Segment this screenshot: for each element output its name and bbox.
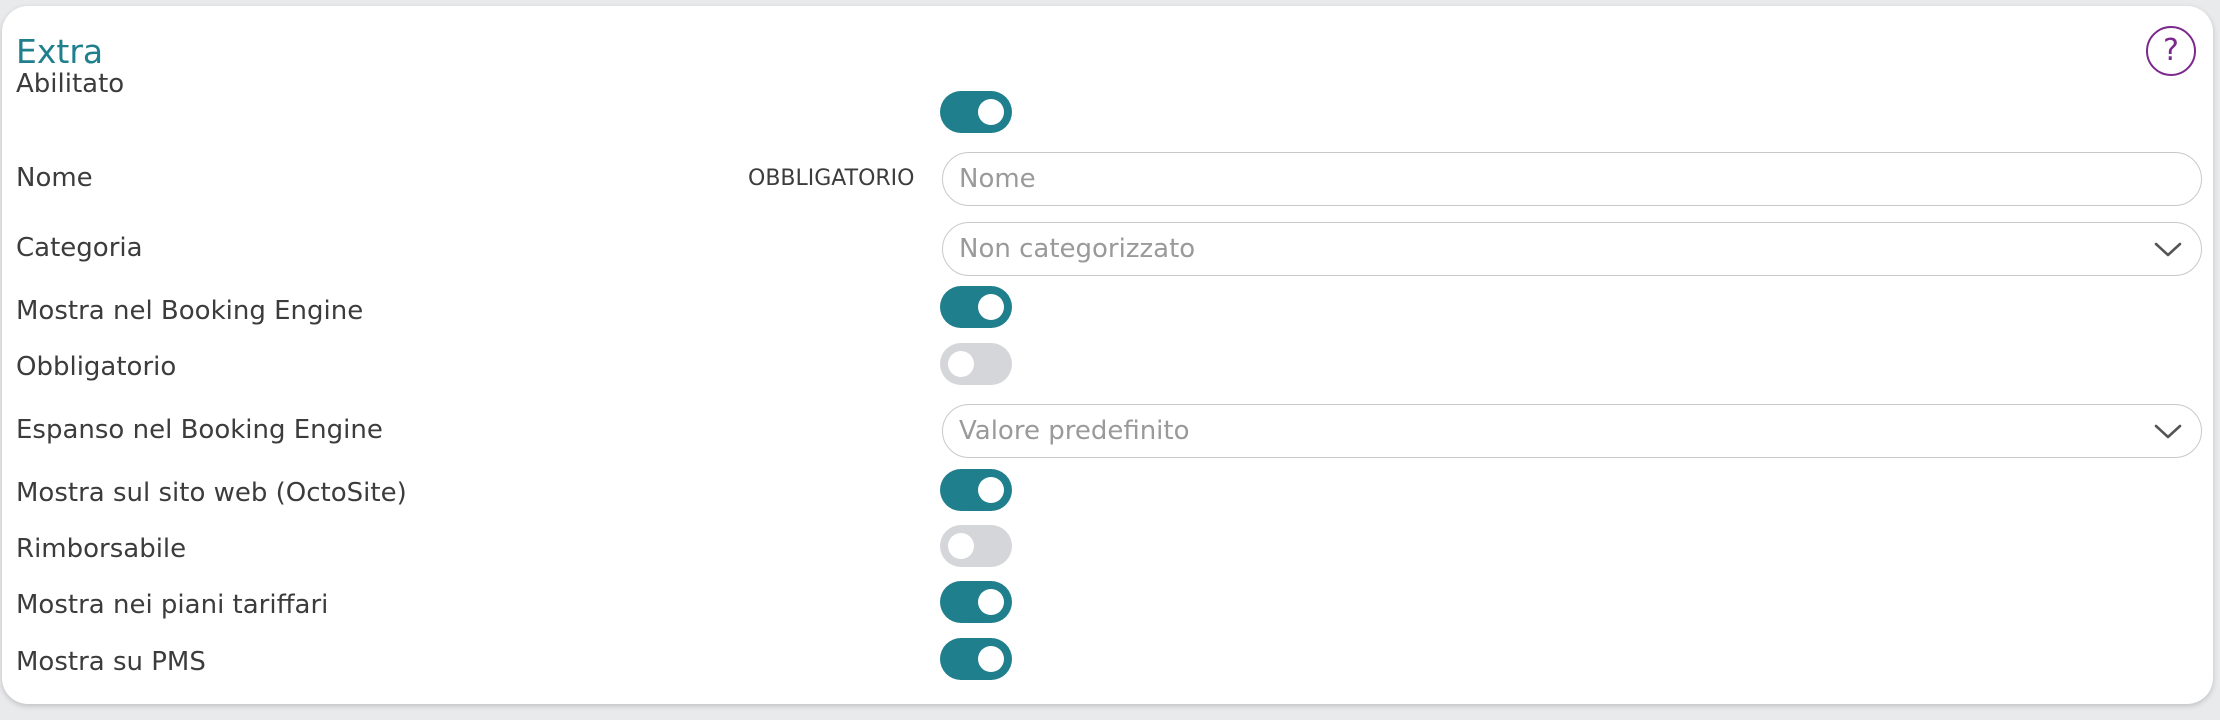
toggle-mostra-piani[interactable] [940, 581, 1012, 623]
toggle-rimborsabile[interactable] [940, 525, 1012, 567]
section-title: Extra [16, 32, 104, 71]
category-selected-value: Non categorizzato [959, 234, 1196, 264]
category-select[interactable]: Non categorizzato [942, 222, 2202, 276]
extra-settings-card: Extra ? Abilitato Nome OBBLIGATORIO Cate… [2, 6, 2213, 704]
toggle-knob [978, 99, 1004, 125]
toggle-knob [978, 477, 1004, 503]
label-mostra-sito: Mostra sul sito web (OctoSite) [16, 478, 407, 508]
label-mostra-piani: Mostra nei piani tariffari [16, 590, 329, 620]
toggle-mostra-booking[interactable] [940, 286, 1012, 328]
label-nome: Nome [16, 163, 93, 193]
expanded-selected-value: Valore predefinito [959, 416, 1190, 446]
name-input[interactable] [942, 152, 2202, 206]
label-categoria: Categoria [16, 233, 143, 263]
toggle-knob [978, 589, 1004, 615]
label-espanso: Espanso nel Booking Engine [16, 415, 383, 445]
toggle-obbligatorio[interactable] [940, 343, 1012, 385]
toggle-knob [948, 533, 974, 559]
toggle-knob [948, 351, 974, 377]
label-abilitato: Abilitato [16, 69, 125, 99]
toggle-mostra-pms[interactable] [940, 638, 1012, 680]
expanded-select[interactable]: Valore predefinito [942, 404, 2202, 458]
label-mostra-booking: Mostra nel Booking Engine [16, 296, 364, 326]
toggle-knob [978, 294, 1004, 320]
label-obbligatorio: Obbligatorio [16, 352, 177, 382]
help-icon[interactable]: ? [2146, 26, 2196, 76]
toggle-abilitato[interactable] [940, 91, 1012, 133]
toggle-knob [978, 646, 1004, 672]
chevron-down-icon [2154, 424, 2182, 439]
label-rimborsabile: Rimborsabile [16, 534, 187, 564]
required-tag: OBBLIGATORIO [748, 166, 915, 191]
toggle-mostra-sito[interactable] [940, 469, 1012, 511]
label-mostra-pms: Mostra su PMS [16, 647, 206, 677]
chevron-down-icon [2154, 242, 2182, 257]
